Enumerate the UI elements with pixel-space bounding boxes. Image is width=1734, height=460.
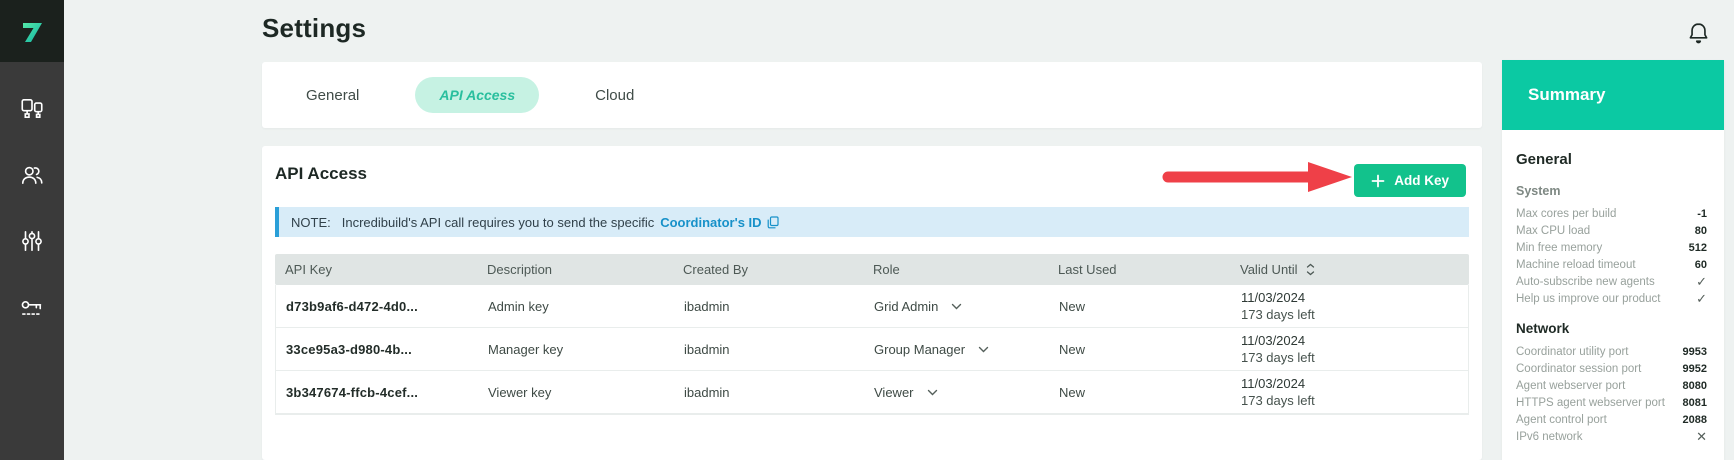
- incredibuild-logo-icon: [17, 16, 47, 46]
- left-sidebar: [0, 0, 64, 460]
- chevron-down-icon: [951, 303, 962, 310]
- valid-until-value: 11/03/2024 173 days left: [1231, 332, 1468, 366]
- col-header-api-key: API Key: [275, 262, 477, 277]
- summary-header: Summary: [1502, 60, 1724, 130]
- summary-item: Machine reload timeout60: [1516, 256, 1707, 273]
- col-header-created-by: Created By: [673, 262, 863, 277]
- summary-system-items: Max cores per build-1 Max CPU load80 Min…: [1516, 205, 1707, 307]
- agents-grid-icon: [19, 96, 45, 122]
- summary-system-heading: System: [1516, 184, 1707, 198]
- role-dropdown[interactable]: Group Manager: [864, 342, 1049, 357]
- sort-icon[interactable]: [1306, 263, 1315, 276]
- api-key-value: 33ce95a3-d980-4b...: [276, 342, 478, 357]
- role-dropdown[interactable]: Viewer: [864, 385, 1049, 400]
- table-row: 33ce95a3-d980-4b... Manager key ibadmin …: [276, 328, 1468, 371]
- note-banner: NOTE: Incredibuild's API call requires y…: [275, 207, 1469, 237]
- table-row: d73b9af6-d472-4d0... Admin key ibadmin G…: [276, 285, 1468, 328]
- created-by-value: ibadmin: [674, 342, 864, 357]
- settings-tabs: General API Access Cloud: [262, 62, 1482, 128]
- summary-network-items: Coordinator utility port9953 Coordinator…: [1516, 343, 1707, 445]
- add-key-button[interactable]: Add Key: [1354, 164, 1466, 197]
- chevron-down-icon: [927, 389, 938, 396]
- summary-item: HTTPS agent webserver port8081: [1516, 394, 1707, 411]
- table-header-row: API Key Description Created By Role Last…: [275, 254, 1469, 285]
- sidebar-item-settings[interactable]: [17, 226, 47, 256]
- valid-until-value: 11/03/2024 173 days left: [1231, 289, 1468, 323]
- summary-item: Help us improve our product✓: [1516, 290, 1707, 307]
- valid-until-value: 11/03/2024 173 days left: [1231, 375, 1468, 409]
- tab-cloud[interactable]: Cloud: [595, 87, 634, 104]
- notifications-button[interactable]: [1682, 18, 1714, 50]
- table-body: d73b9af6-d472-4d0... Admin key ibadmin G…: [275, 285, 1469, 415]
- last-used-value: New: [1049, 299, 1231, 314]
- summary-item: Coordinator utility port9953: [1516, 343, 1707, 360]
- license-key-icon: [19, 294, 45, 320]
- summary-panel: Summary General System Max cores per bui…: [1502, 60, 1724, 460]
- chevron-down-icon: [978, 346, 989, 353]
- summary-item: Agent webserver port8080: [1516, 377, 1707, 394]
- col-header-valid-until[interactable]: Valid Until: [1230, 262, 1469, 277]
- col-header-last-used: Last Used: [1048, 262, 1230, 277]
- last-used-value: New: [1049, 342, 1231, 357]
- created-by-value: ibadmin: [674, 299, 864, 314]
- summary-item: Agent control port2088: [1516, 411, 1707, 428]
- api-key-value: 3b347674-ffcb-4cef...: [276, 385, 478, 400]
- description-value: Viewer key: [478, 385, 674, 400]
- role-dropdown[interactable]: Grid Admin: [864, 299, 1049, 314]
- section-title: API Access: [275, 164, 367, 184]
- tab-general[interactable]: General: [306, 87, 359, 104]
- summary-title: Summary: [1528, 85, 1605, 105]
- api-access-panel: API Access Add Key NOTE: Incredibuild's …: [262, 146, 1482, 460]
- summary-item: Coordinator session port9952: [1516, 360, 1707, 377]
- tab-api-access[interactable]: API Access: [415, 77, 539, 113]
- api-key-value: d73b9af6-d472-4d0...: [276, 299, 478, 314]
- summary-item: Max CPU load80: [1516, 222, 1707, 239]
- api-keys-table: API Key Description Created By Role Last…: [275, 254, 1469, 415]
- table-row: 3b347674-ffcb-4cef... Viewer key ibadmin…: [276, 371, 1468, 414]
- last-used-value: New: [1049, 385, 1231, 400]
- summary-network-heading: Network: [1516, 321, 1707, 336]
- sidebar-item-users[interactable]: [17, 160, 47, 190]
- description-value: Manager key: [478, 342, 674, 357]
- copy-icon[interactable]: [767, 216, 779, 229]
- col-header-description: Description: [477, 262, 673, 277]
- check-icon: ✓: [1696, 291, 1707, 307]
- page-title: Settings: [262, 13, 366, 44]
- summary-item: IPv6 network✕: [1516, 428, 1707, 445]
- check-icon: ✓: [1696, 274, 1707, 290]
- sidebar-item-license[interactable]: [17, 292, 47, 322]
- summary-item: Min free memory512: [1516, 239, 1707, 256]
- col-header-role: Role: [863, 262, 1048, 277]
- app-logo[interactable]: [0, 0, 64, 62]
- created-by-value: ibadmin: [674, 385, 864, 400]
- annotation-arrow: [1161, 159, 1355, 195]
- summary-general-heading: General: [1516, 151, 1707, 168]
- note-prefix: NOTE:: [291, 215, 331, 230]
- sidebar-item-agents[interactable]: [17, 94, 47, 124]
- coordinators-id-link-label: Coordinator's ID: [660, 215, 761, 230]
- coordinators-id-link[interactable]: Coordinator's ID: [660, 215, 778, 230]
- plus-icon: [1371, 174, 1385, 188]
- notification-bell-icon: [1686, 21, 1711, 48]
- description-value: Admin key: [478, 299, 674, 314]
- cross-icon: ✕: [1696, 429, 1707, 445]
- settings-sliders-icon: [19, 228, 45, 254]
- add-key-label: Add Key: [1394, 173, 1449, 188]
- users-icon: [19, 162, 45, 188]
- summary-item: Auto-subscribe new agents✓: [1516, 273, 1707, 290]
- summary-item: Max cores per build-1: [1516, 205, 1707, 222]
- note-text: Incredibuild's API call requires you to …: [342, 215, 654, 230]
